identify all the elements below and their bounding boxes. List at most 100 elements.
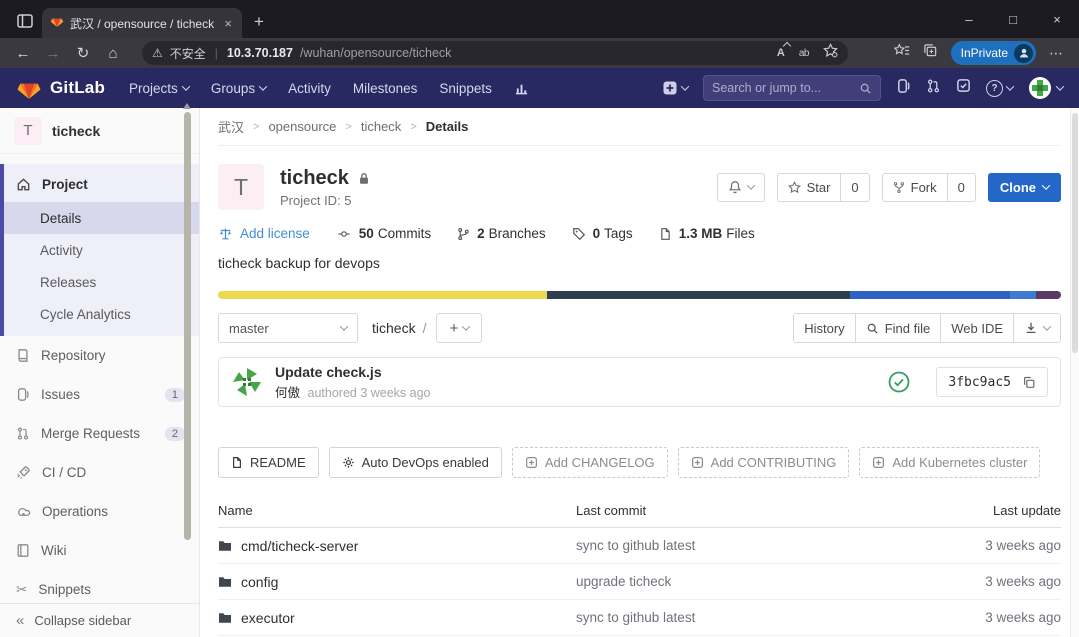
star-button[interactable]: Star [777,173,842,202]
charts-icon[interactable] [514,81,529,96]
back-icon[interactable]: ← [10,45,36,62]
nav-snippets[interactable]: Snippets [439,81,492,96]
user-menu[interactable] [1028,76,1063,100]
nav-groups[interactable]: Groups [211,81,266,96]
new-menu-button[interactable] [662,80,688,96]
add-changelog-button[interactable]: Add CHANGELOG [512,447,668,478]
page-scrollbar[interactable] [1070,108,1079,637]
clone-button[interactable]: Clone [988,173,1061,202]
window-close-button[interactable]: × [1035,0,1079,38]
fork-button[interactable]: Fork [882,173,948,202]
add-kubernetes-cluster-button[interactable]: Add Kubernetes cluster [859,447,1040,478]
sidebar-item-cycle-analytics[interactable]: Cycle Analytics [4,298,199,330]
tags-stat[interactable]: 0Tags [572,226,633,241]
help-menu[interactable]: ? [986,80,1013,97]
language-segment[interactable] [218,291,547,299]
browser-titlebar: 武汉 / opensource / ticheck · Gi × + – □ × [0,0,1079,38]
address-bar[interactable]: ⚠ 不安全 | 10.3.70.187/wuhan/opensource/tic… [142,41,848,65]
collapse-sidebar-button[interactable]: « Collapse sidebar [0,603,199,637]
fork-count[interactable]: 0 [947,173,976,202]
commit-title[interactable]: Update check.js [275,364,876,380]
sidebar-item-ci-cd[interactable]: CI / CD [0,453,199,492]
add-file-dropdown[interactable]: + [436,313,482,343]
row-commit-message[interactable]: sync to github latest [576,538,921,553]
table-row[interactable]: config upgrade ticheck 3 weeks ago [218,564,1061,600]
file-name[interactable]: executor [241,610,295,626]
branch-selector[interactable]: master [218,313,358,343]
new-tab-button[interactable]: + [254,12,264,32]
sidebar-scrollbar[interactable] [184,112,191,540]
favorites-bar-icon[interactable] [894,43,910,63]
language-segment[interactable] [1010,291,1035,299]
translate-icon[interactable]: ab [799,48,809,59]
download-dropdown[interactable] [1013,313,1061,343]
add-license-link[interactable]: Add license [218,226,310,241]
scrollbar-thumb[interactable] [1072,113,1078,353]
commits-stat[interactable]: 50Commits [336,226,431,241]
search-input[interactable] [712,81,859,95]
table-row[interactable]: cmd/ticheck-server sync to github latest… [218,528,1061,564]
read-aloud-icon[interactable]: A [777,47,785,59]
sidebar-item-releases[interactable]: Releases [4,266,199,298]
file-name[interactable]: config [241,574,278,590]
copy-icon[interactable] [1022,375,1036,390]
gitlab-logo[interactable]: GitLab [16,75,105,101]
language-segment[interactable] [1036,291,1061,299]
branches-stat[interactable]: 2Branches [457,226,546,241]
issues-icon[interactable] [896,78,911,99]
commit-author[interactable]: 何傲 [275,386,300,400]
search-box[interactable] [703,75,881,101]
language-segment[interactable] [547,291,850,299]
sidebar-item-details[interactable]: Details [4,202,199,234]
scroll-up-arrow[interactable] [183,103,191,109]
tab-actions-icon[interactable] [8,6,42,36]
collections-icon[interactable] [923,43,938,63]
auto-devops-button[interactable]: Auto DevOps enabled [329,447,502,478]
tab-close-icon[interactable]: × [222,16,234,31]
file-name[interactable]: cmd/ticheck-server [241,538,358,554]
todos-icon[interactable] [956,78,971,98]
sidebar-item-repository[interactable]: Repository [0,336,199,375]
find-file-button[interactable]: Find file [855,313,942,343]
history-button[interactable]: History [793,313,855,343]
add-favorite-icon[interactable] [823,43,838,63]
merge-requests-icon[interactable] [926,78,941,99]
breadcrumb-subgroup[interactable]: opensource [268,119,336,134]
security-label[interactable]: 不安全 [170,45,206,62]
window-minimize-button[interactable]: – [947,0,991,38]
files-stat[interactable]: 1.3 MBFiles [659,226,755,241]
table-row[interactable]: executor sync to github latest 3 weeks a… [218,600,1061,636]
nav-milestones[interactable]: Milestones [353,81,418,96]
sidebar-item-merge-requests[interactable]: Merge Requests 2 [0,414,199,453]
reload-icon[interactable]: ↻ [70,44,96,62]
row-commit-message[interactable]: sync to github latest [576,610,921,625]
sidebar-item-issues[interactable]: Issues 1 [0,375,199,414]
inprivate-badge[interactable]: InPrivate [951,41,1036,65]
pipeline-passed-icon[interactable] [888,371,910,393]
star-count[interactable]: 0 [840,173,869,202]
browser-tab[interactable]: 武汉 / opensource / ticheck · Gi × [42,8,242,38]
readme-button[interactable]: README [218,447,319,478]
language-segment[interactable] [850,291,1010,299]
sidebar-project-header[interactable]: T ticheck [0,108,199,154]
breadcrumb-group[interactable]: 武汉 [218,117,244,136]
sidebar-item-operations[interactable]: Operations [0,492,199,531]
nav-activity[interactable]: Activity [288,81,331,96]
breadcrumb-project[interactable]: ticheck [361,119,401,134]
notifications-dropdown[interactable] [717,173,765,202]
sidebar-item-project[interactable]: Project [4,166,199,202]
row-commit-message[interactable]: upgrade ticheck [576,574,921,589]
browser-menu-icon[interactable]: ⋯ [1049,45,1063,62]
home-icon[interactable]: ⌂ [100,45,126,62]
nav-projects[interactable]: Projects [129,81,189,96]
tree-path-root[interactable]: ticheck [372,320,416,336]
commit-sha[interactable]: 3fbc9ac5 [948,375,1011,390]
commit-sha-box: 3fbc9ac5 [936,367,1048,397]
web-ide-button[interactable]: Web IDE [940,313,1014,343]
file-tree-table: Name Last commit Last update cmd/ticheck… [218,494,1061,636]
sidebar-item-wiki[interactable]: Wiki [0,531,199,570]
sidebar-item-activity[interactable]: Activity [4,234,199,266]
add-contributing-button[interactable]: Add CONTRIBUTING [678,447,850,478]
language-bar[interactable] [218,291,1061,299]
window-maximize-button[interactable]: □ [991,0,1035,38]
